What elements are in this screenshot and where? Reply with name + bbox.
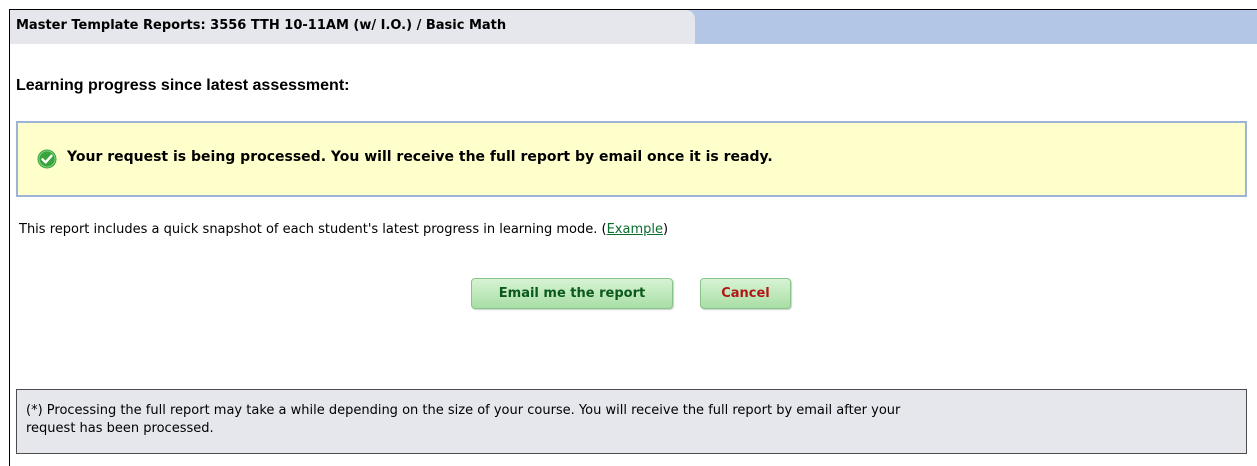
processing-notice: Your request is being processed. You wil… (16, 121, 1247, 197)
report-tab-title: Master Template Reports: 3556 TTH 10-11A… (16, 18, 507, 33)
report-tab[interactable]: Master Template Reports: 3556 TTH 10-11A… (10, 10, 695, 44)
report-frame: Master Template Reports: 3556 TTH 10-11A… (9, 9, 1257, 466)
footnote-line-2: request has been processed. (26, 421, 214, 436)
check-circle-icon (37, 149, 57, 169)
notice-message: Your request is being processed. You wil… (67, 149, 773, 165)
cancel-button[interactable]: Cancel (700, 278, 791, 309)
snapshot-text-end: ) (662, 222, 669, 237)
report-content: Learning progress since latest assessmen… (10, 44, 1257, 466)
page-heading: Learning progress since latest assessmen… (16, 77, 350, 94)
example-link[interactable]: Example (607, 222, 663, 237)
processing-footnote: (*) Processing the full report may take … (16, 389, 1247, 454)
footnote-line-1: (*) Processing the full report may take … (26, 403, 901, 418)
snapshot-text: This report includes a quick snapshot of… (19, 222, 607, 237)
snapshot-description: This report includes a quick snapshot of… (19, 222, 668, 237)
tab-strip: Master Template Reports: 3556 TTH 10-11A… (10, 10, 1257, 44)
email-report-button[interactable]: Email me the report (471, 278, 673, 309)
